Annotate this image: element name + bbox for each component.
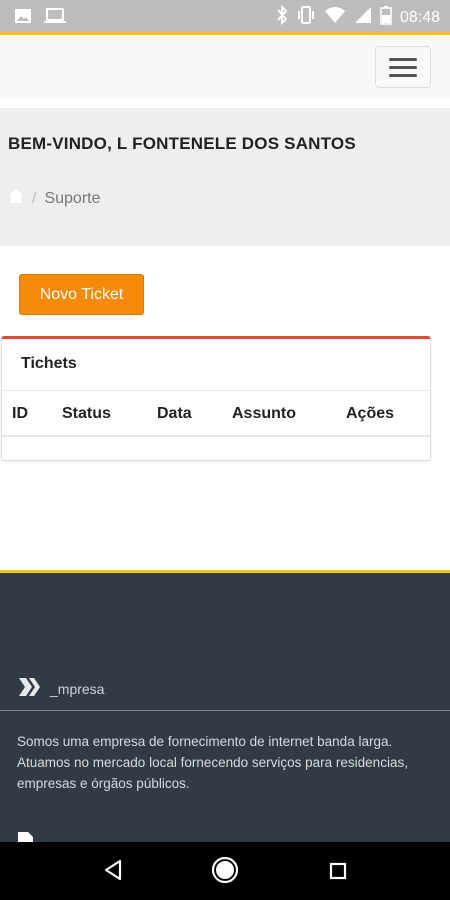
hamburger-menu-button[interactable] xyxy=(375,46,431,88)
breadcrumb-separator: / xyxy=(32,189,37,207)
signal-icon xyxy=(354,6,372,29)
column-header-id: ID xyxy=(12,405,28,422)
battery-icon xyxy=(380,5,392,30)
column-header-assunto: Assunto xyxy=(232,405,296,422)
chevrons-logo-icon xyxy=(18,676,44,701)
top-navbar xyxy=(0,32,450,98)
menu-icon-bar xyxy=(389,65,417,69)
footer-about-text: Somos uma empresa de fornecimento de int… xyxy=(17,734,408,791)
breadcrumb: / Suporte xyxy=(8,188,101,209)
footer-brand[interactable]: _mpresa xyxy=(18,676,104,701)
divider xyxy=(2,390,430,391)
menu-icon-bar xyxy=(389,73,417,77)
table-header-divider xyxy=(2,435,430,437)
column-header-status: Status xyxy=(62,405,111,422)
clock: 08:48 xyxy=(399,8,440,26)
tickets-box: Tichets ID Status Data Assunto Ações xyxy=(1,336,431,461)
breadcrumb-current: Suporte xyxy=(44,189,101,207)
bluetooth-icon xyxy=(276,4,288,30)
footer: _mpresa Somos uma empresa de forneciment… xyxy=(0,570,450,845)
menu-icon xyxy=(389,57,417,61)
tickets-box-title: Tichets xyxy=(21,355,77,372)
vibrate-icon xyxy=(296,5,316,30)
status-bar: 08:48 xyxy=(0,0,450,32)
column-header-data: Data xyxy=(157,405,192,422)
laptop-icon xyxy=(44,7,66,30)
image-icon xyxy=(14,7,32,30)
new-ticket-button[interactable]: Novo Ticket xyxy=(19,274,144,315)
page-header: BEM-VINDO, L FONTENELE DOS SANTOS / Supo… xyxy=(0,108,450,246)
page-title: BEM-VINDO, L FONTENELE DOS SANTOS xyxy=(8,134,356,153)
footer-brand-name: _mpresa xyxy=(50,680,105,697)
footer-divider xyxy=(0,710,450,711)
system-navigation-bar xyxy=(0,842,450,900)
wifi-icon xyxy=(324,6,346,29)
home-icon[interactable] xyxy=(8,188,24,209)
recent-apps-icon[interactable] xyxy=(329,862,347,885)
back-icon[interactable] xyxy=(103,859,123,886)
home-nav-icon[interactable] xyxy=(211,856,239,889)
column-header-acoes: Ações xyxy=(346,405,395,422)
